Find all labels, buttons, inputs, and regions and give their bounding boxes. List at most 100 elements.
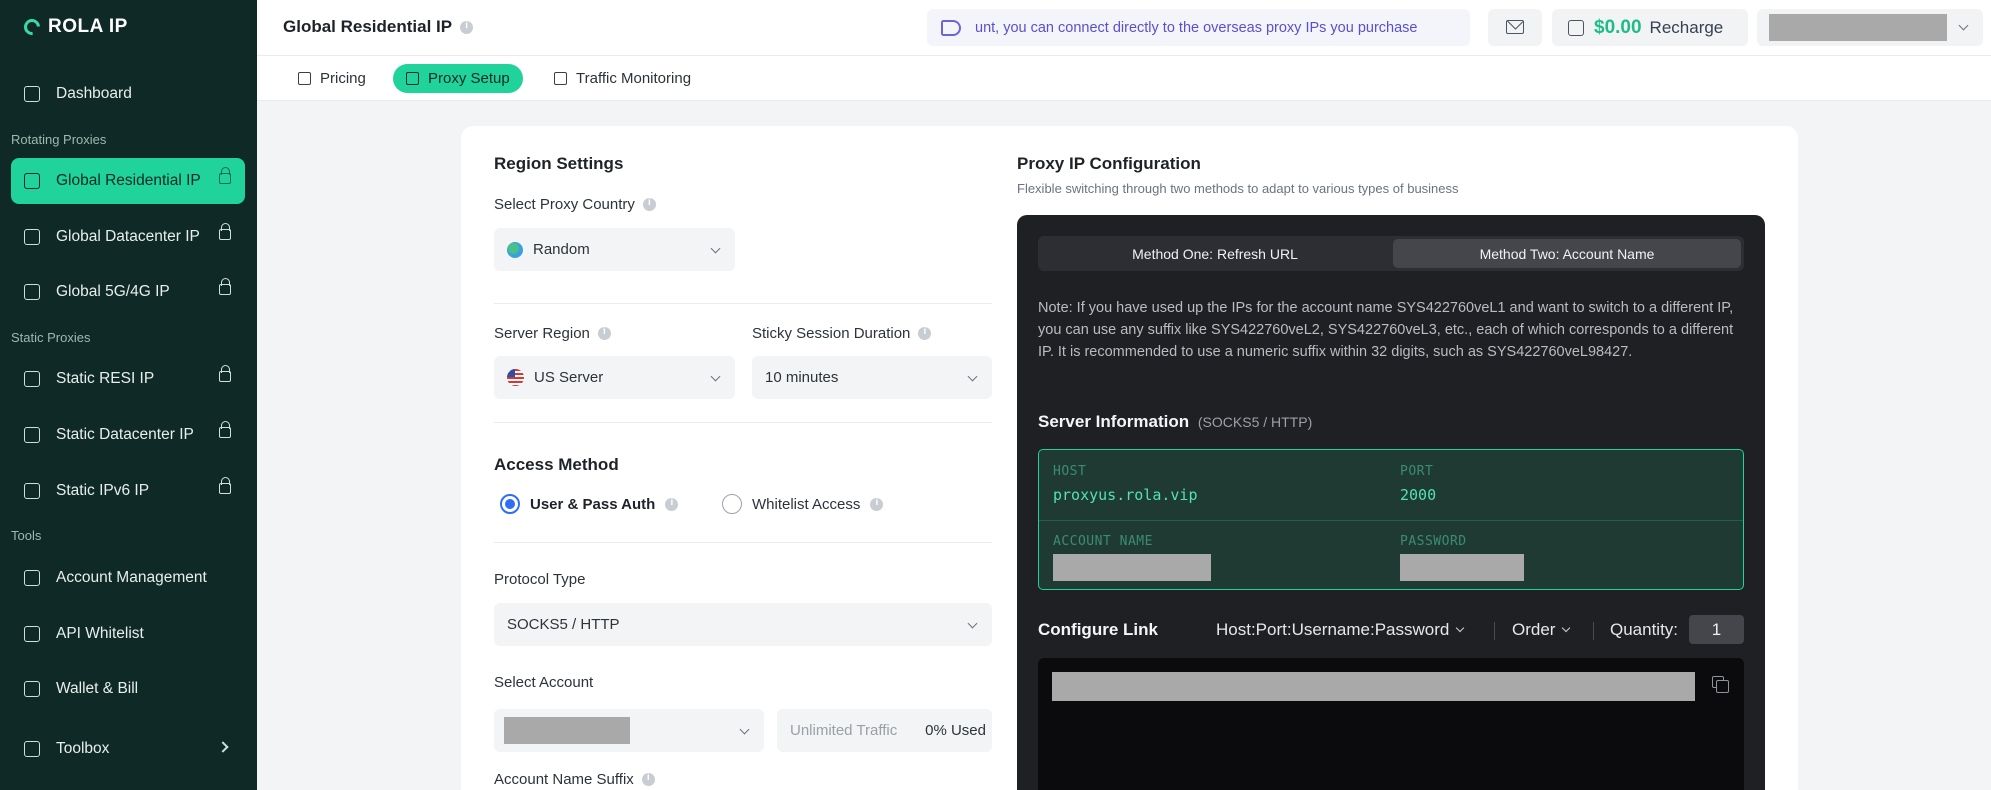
server-info-title: Server Information (SOCKS5 / HTTP) — [1038, 412, 1312, 432]
sidebar-item-wallet-bill[interactable]: Wallet & Bill — [11, 666, 245, 712]
info-icon[interactable] — [460, 20, 474, 34]
redacted-password[interactable] — [1400, 554, 1524, 581]
info-icon[interactable] — [597, 326, 611, 340]
redacted-account — [504, 717, 630, 744]
quantity-input[interactable]: 1 — [1689, 615, 1744, 644]
method-refresh-url-tab[interactable]: Method One: Refresh URL — [1041, 239, 1389, 268]
port-value[interactable]: 2000 — [1400, 486, 1436, 504]
label-text: Protocol Type — [494, 571, 586, 588]
page-tabs: Pricing Proxy Setup Traffic Monitoring — [257, 56, 1991, 101]
proxy-country-select[interactable]: Random — [494, 228, 735, 271]
copy-icon[interactable] — [1712, 676, 1729, 693]
chevron-right-icon — [217, 741, 229, 753]
configure-link-title: Configure Link — [1038, 620, 1158, 639]
notice-text: unt, you can connect directly to the ove… — [975, 19, 1418, 36]
dashboard-icon — [24, 86, 40, 102]
divider — [1494, 622, 1495, 640]
sidebar-item-label: Dashboard — [56, 85, 132, 102]
globe-icon — [507, 241, 523, 258]
info-icon[interactable] — [918, 326, 932, 340]
lock-icon — [219, 477, 231, 494]
tab-label: Proxy Setup — [428, 70, 510, 87]
method-account-name-tab[interactable]: Method Two: Account Name — [1393, 239, 1741, 268]
datacenter-icon — [24, 229, 40, 245]
select-value: Random — [533, 241, 590, 258]
info-icon[interactable] — [870, 497, 884, 511]
sidebar-item-label: Global Residential IP — [56, 172, 201, 189]
region-settings-title: Region Settings — [494, 154, 624, 173]
order-dropdown[interactable]: Order — [1512, 620, 1571, 640]
traffic-label: Unlimited Traffic — [790, 722, 898, 739]
auth-whitelist-radio[interactable]: Whitelist Access — [722, 494, 884, 514]
chevron-down-icon — [710, 371, 721, 382]
pricing-icon — [298, 72, 311, 85]
sidebar-item-toolbox[interactable]: Toolbox — [11, 726, 245, 772]
quantity-label: Quantity: — [1610, 620, 1679, 639]
host-label: HOST — [1053, 464, 1087, 479]
dropdown-value: Order — [1512, 620, 1556, 639]
redacted-link[interactable] — [1052, 672, 1695, 701]
account-name-label: ACCOUNT NAME — [1053, 534, 1153, 549]
label-text: Select Account — [494, 674, 594, 691]
sidebar-item-static-datacenter[interactable]: Static Datacenter IP — [11, 412, 245, 458]
notice-banner[interactable]: unt, you can connect directly to the ove… — [927, 9, 1470, 46]
redacted-account-name[interactable] — [1053, 554, 1211, 581]
lock-icon — [219, 223, 231, 240]
brand-logo[interactable]: ROLA IP — [20, 15, 128, 39]
generated-link-output — [1038, 658, 1744, 790]
tab-traffic-monitoring[interactable]: Traffic Monitoring — [541, 64, 704, 93]
method-switch: Method One: Refresh URL Method Two: Acco… — [1038, 236, 1744, 271]
server-region-select[interactable]: US Server — [494, 356, 735, 399]
tab-label: Pricing — [320, 70, 366, 87]
radio-label: User & Pass Auth — [530, 495, 656, 513]
tab-proxy-setup[interactable]: Proxy Setup — [393, 64, 523, 93]
account-select[interactable] — [494, 709, 764, 752]
auth-user-pass-radio[interactable]: User & Pass Auth — [500, 494, 679, 514]
chevron-down-icon — [1958, 20, 1969, 31]
divider — [494, 422, 992, 423]
label-text: Sticky Session Duration — [752, 325, 911, 342]
server-region-label: Server Region — [494, 325, 611, 342]
recharge-label: Recharge — [1649, 17, 1724, 37]
protocol-type-select[interactable]: SOCKS5 / HTTP — [494, 603, 992, 646]
sidebar-item-label: Global 5G/4G IP — [56, 283, 170, 300]
info-icon[interactable] — [642, 197, 656, 211]
info-icon[interactable] — [665, 497, 679, 511]
sidebar-item-static-ipv6[interactable]: Static IPv6 IP — [11, 468, 245, 514]
traffic-used: 0% Used — [925, 722, 986, 739]
link-format-dropdown[interactable]: Host:Port:Username:Password — [1216, 620, 1465, 640]
mail-icon — [1506, 20, 1524, 34]
sidebar-item-api-whitelist[interactable]: API Whitelist — [11, 611, 245, 657]
sidebar-section-tools: Tools — [11, 528, 42, 543]
residential-icon — [24, 173, 40, 189]
sidebar-item-label: Wallet & Bill — [56, 680, 139, 697]
sidebar-item-label: Static RESI IP — [56, 370, 155, 387]
lock-icon — [219, 167, 231, 184]
brand-name: ROLA IP — [48, 16, 128, 37]
sticky-session-select[interactable]: 10 minutes — [752, 356, 992, 399]
sidebar-item-static-resi[interactable]: Static RESI IP — [11, 356, 245, 402]
sidebar-section-rotating: Rotating Proxies — [11, 132, 107, 147]
tab-pricing[interactable]: Pricing — [285, 64, 379, 93]
info-icon[interactable] — [641, 772, 655, 786]
chevron-down-icon — [967, 618, 978, 629]
top-bar: Global Residential IP unt, you can conne… — [257, 0, 1991, 56]
proxy-config-title: Proxy IP Configuration — [1017, 154, 1201, 173]
home-icon — [24, 371, 40, 387]
protocol-type-label: Protocol Type — [494, 571, 585, 588]
user-menu[interactable] — [1757, 9, 1983, 46]
recharge-button[interactable]: $0.00 Recharge — [1552, 9, 1748, 46]
sidebar-item-dashboard[interactable]: Dashboard — [11, 71, 245, 117]
sidebar-item-global-5g4g[interactable]: Global 5G/4G IP — [11, 269, 245, 315]
balance-amount: $0.00 — [1594, 16, 1642, 38]
sidebar-item-global-datacenter[interactable]: Global Datacenter IP — [11, 214, 245, 260]
messages-button[interactable] — [1488, 9, 1542, 46]
radio-label: Whitelist Access — [752, 495, 861, 513]
select-value: US Server — [534, 369, 604, 386]
sidebar-item-account-management[interactable]: Account Management — [11, 555, 245, 601]
us-flag-icon — [507, 369, 524, 386]
sidebar-item-global-residential[interactable]: Global Residential IP — [11, 158, 245, 204]
host-value[interactable]: proxyus.rola.vip — [1053, 486, 1198, 504]
sidebar-item-label: Static Datacenter IP — [56, 426, 194, 443]
password-label: PASSWORD — [1400, 534, 1467, 549]
